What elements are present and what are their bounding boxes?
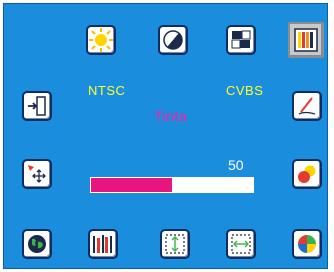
color-adjust-button[interactable] bbox=[226, 25, 256, 55]
vertical-size-button[interactable] bbox=[160, 229, 190, 259]
color-bars-icon bbox=[294, 28, 318, 52]
standard-label: NTSC bbox=[88, 83, 126, 98]
pen-edit-button[interactable] bbox=[292, 91, 322, 121]
brightness-icon bbox=[89, 28, 113, 52]
color-wheel-button[interactable] bbox=[292, 229, 322, 259]
osd-menu: NTSC CVBS Tinta 50 bbox=[3, 3, 328, 269]
pen-edit-icon bbox=[298, 97, 316, 115]
contrast-button[interactable] bbox=[158, 25, 188, 55]
color-adjust-icon bbox=[231, 30, 251, 49]
contrast-icon bbox=[163, 30, 183, 50]
tools-icon bbox=[93, 235, 112, 253]
exit-icon bbox=[28, 96, 46, 116]
color-circles-button[interactable] bbox=[292, 159, 322, 189]
horizontal-size-button[interactable] bbox=[226, 229, 256, 259]
page-title: Tinta bbox=[154, 108, 188, 124]
level-bar[interactable] bbox=[90, 177, 254, 193]
input-label: CVBS bbox=[226, 83, 264, 98]
position-button[interactable] bbox=[22, 159, 52, 189]
color-circles-icon bbox=[298, 165, 316, 183]
globe-icon bbox=[28, 235, 46, 253]
vertical-size-icon bbox=[165, 234, 185, 254]
position-icon bbox=[28, 165, 46, 183]
level-bar-fill bbox=[91, 178, 172, 192]
exit-button[interactable] bbox=[22, 91, 52, 121]
tools-button[interactable] bbox=[88, 229, 118, 259]
horizontal-size-icon bbox=[231, 234, 251, 254]
brightness-button[interactable] bbox=[86, 25, 116, 55]
level-value: 50 bbox=[228, 157, 244, 173]
globe-button[interactable] bbox=[22, 229, 52, 259]
color-bars-button[interactable] bbox=[288, 22, 324, 58]
color-wheel-icon bbox=[298, 235, 316, 253]
